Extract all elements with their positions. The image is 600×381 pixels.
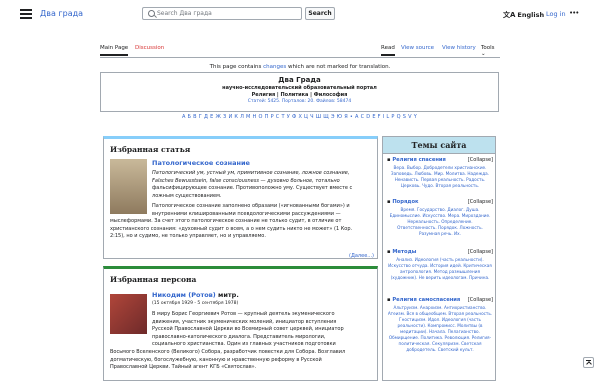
changes-link[interactable]: changes: [263, 64, 286, 70]
featured-article-box: Избранная статья Патологическое сознание…: [103, 136, 378, 259]
person-dates: (15 октября 1929 - 5 сентября 1978): [152, 301, 239, 306]
collapse-toggle[interactable]: [Collapse]: [468, 157, 493, 163]
theme-section-methods: ▪ Методы [Collapse] Анализ. Идеология (ча…: [387, 249, 493, 281]
portal-topics: Религия | Политика | Философия: [251, 92, 348, 98]
alphabet-index[interactable]: А Б В Г Д Е Ж З И К Л М Н О П Р С Т У Ф …: [100, 114, 499, 120]
article-more-link[interactable]: (Далее...): [349, 253, 374, 259]
chevron-down-icon: ⌄: [481, 51, 486, 57]
themes-heading: Темы сайта: [383, 137, 495, 154]
site-name-link[interactable]: Два града: [40, 9, 83, 18]
portal-title: Два Града: [278, 76, 321, 84]
featured-person-heading: Избранная персона: [110, 275, 197, 284]
tab-view-history[interactable]: View history: [442, 45, 476, 51]
person-image[interactable]: [110, 294, 147, 334]
theme-link[interactable]: Порядок: [392, 199, 418, 205]
theme-section-religion: ▪ Религия спасения [Collapse] Вера. Выбор…: [387, 157, 493, 189]
menu-icon[interactable]: [20, 9, 32, 21]
theme-section-self-salvation: ▪ Религия самоспасения [Collapse] Альтруи…: [387, 297, 493, 353]
theme-items[interactable]: Альтруизм. Анархизм. Антихристианство. А…: [387, 305, 493, 353]
tab-discussion[interactable]: Discussion: [135, 45, 164, 51]
theme-link[interactable]: Религия спасения: [392, 157, 446, 163]
theme-link[interactable]: Религия самоспасения: [392, 297, 460, 303]
language-button[interactable]: 文A English: [503, 10, 544, 20]
article-body-cont: мыслеформами. За счет этого патологическ…: [110, 218, 353, 239]
featured-person-box: Избранная персона Никодим (Ротов) митр. …: [103, 266, 378, 381]
theme-link[interactable]: Методы: [392, 249, 416, 255]
search-icon: [148, 10, 155, 17]
scroll-to-top-icon[interactable]: [583, 357, 594, 368]
portal-banner: Два Града научно-исследовательский образ…: [100, 72, 499, 112]
theme-items[interactable]: Вера. Выбор. Добродетели христианские. З…: [387, 165, 493, 189]
page-tabs: Main Page Discussion Read View source Vi…: [100, 43, 500, 58]
collapse-toggle[interactable]: [Collapse]: [468, 199, 493, 205]
portal-subtitle: научно-исследовательский образовательный…: [222, 85, 377, 91]
article-title-link[interactable]: Патологическое сознание: [152, 159, 250, 167]
collapse-toggle[interactable]: [Collapse]: [468, 249, 493, 255]
theme-items[interactable]: Анализ. Идеология (часть реальности). Ис…: [387, 257, 493, 281]
tools-menu[interactable]: Tools ⌄: [481, 45, 500, 57]
login-link[interactable]: Log in: [546, 10, 566, 18]
article-body: Патологическое сознание заполнено образа…: [152, 203, 350, 217]
site-header: Два града Search 文AEnglish Log in •••: [0, 0, 600, 30]
portal-stats: Статей: 5425. Порталов: 20. Файлов: 5847…: [247, 99, 352, 104]
search-button[interactable]: Search: [305, 7, 335, 20]
tab-view-source[interactable]: View source: [401, 45, 434, 51]
featured-article-heading: Избранная статья: [110, 145, 191, 154]
language-label: English: [517, 11, 545, 19]
tab-main-page[interactable]: Main Page: [100, 45, 129, 56]
site-themes-box: Темы сайта ▪ Религия спасения [Collapse] …: [382, 136, 496, 381]
person-name-link[interactable]: Никодим (Ротов) митр.: [152, 291, 239, 299]
article-image[interactable]: [110, 159, 147, 214]
translation-notice: This page contains changes which are not…: [209, 64, 391, 70]
translate-icon: 文A: [503, 11, 516, 19]
tab-read[interactable]: Read: [381, 45, 395, 56]
search-input[interactable]: [157, 8, 297, 19]
theme-section-order: ▪ Порядок [Collapse] Время. Государство. …: [387, 199, 493, 237]
person-bio-cont: Восьмого Вселенского (Великого) Собора, …: [110, 349, 346, 370]
article-intro: Патологический ум, устный ум, примитивно…: [152, 170, 353, 199]
person-bio: В миру Борис Георгиевич Ротов — крупный …: [152, 311, 344, 347]
theme-items[interactable]: Время. Государство. Диалог. Душа. Едином…: [387, 207, 493, 237]
collapse-toggle[interactable]: [Collapse]: [468, 297, 493, 303]
more-options-icon[interactable]: •••: [569, 9, 579, 17]
search-box[interactable]: [142, 7, 302, 20]
